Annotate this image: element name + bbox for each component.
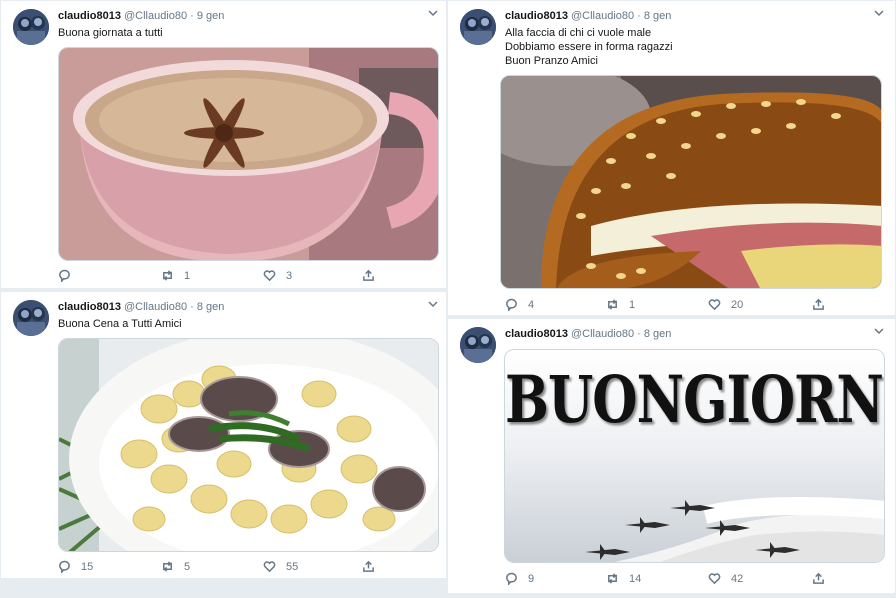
user-handle[interactable]: @Cllaudio80 [124, 10, 187, 22]
share-icon [363, 269, 374, 281]
tweet-header: claudio8013 @Cllaudio80 · 8 gen [505, 328, 671, 340]
tweet-actions: 4 1 20 [505, 298, 835, 314]
retweet-button[interactable]: 14 [606, 572, 641, 585]
tweet-card[interactable]: claudio8013 @Cllaudio80 · 8 gen Alla faccia… [447, 0, 896, 316]
user-handle[interactable]: @Cllaudio80 [571, 10, 634, 22]
heart-icon [263, 561, 276, 573]
tweet-text-line: Buona Cena a Tutti Amici [58, 318, 182, 330]
pasta-image [59, 339, 438, 551]
share-button[interactable] [362, 269, 375, 282]
like-count: 20 [731, 298, 744, 311]
retweet-count: 14 [629, 572, 642, 585]
reply-icon [506, 572, 517, 585]
reply-count: 9 [528, 572, 535, 585]
separator-dot: · [190, 10, 194, 22]
user-name[interactable]: claudio8013 [505, 10, 568, 22]
share-button[interactable] [812, 572, 825, 585]
share-button[interactable] [362, 560, 375, 573]
avatar[interactable] [13, 300, 49, 336]
separator-dot: · [637, 10, 641, 22]
share-icon [363, 560, 374, 572]
like-button[interactable]: 3 [263, 269, 292, 282]
share-button[interactable] [812, 298, 825, 311]
tweet-card[interactable]: claudio8013 @Cllaudio80 · 9 gen Buona giorn… [0, 0, 447, 289]
chevron-down-icon[interactable] [426, 299, 440, 311]
cappuccino-image [59, 48, 438, 260]
retweet-button[interactable]: 1 [161, 269, 190, 282]
tweet-header: claudio8013 @Cllaudio80 · 9 gen [58, 10, 224, 22]
user-name[interactable]: claudio8013 [58, 10, 121, 22]
avatar[interactable] [13, 9, 49, 45]
retweet-icon [163, 270, 172, 281]
separator-dot: · [637, 328, 641, 340]
tweet-media-image[interactable] [58, 338, 439, 552]
tweet-text: Buona giornata a tutti [58, 26, 163, 40]
retweet-count: 1 [184, 269, 191, 282]
tweet-text: Alla faccia di chi ci vuole male Dobbiam… [505, 26, 673, 68]
tweet-header: claudio8013 @Cllaudio80 · 8 gen [58, 301, 224, 313]
heart-icon [263, 270, 276, 282]
tweet-header: claudio8013 @Cllaudio80 · 8 gen [505, 10, 671, 22]
reply-count: 15 [81, 560, 94, 573]
tweet-card[interactable]: claudio8013 @Cllaudio80 · 8 gen Buona Cena … [0, 291, 447, 579]
reply-button[interactable]: 9 [505, 572, 534, 585]
tweet-media-image[interactable]: BUONGIORNO [504, 349, 885, 563]
retweet-icon [608, 573, 617, 584]
tweet-media-image[interactable] [500, 75, 882, 289]
share-icon [813, 572, 824, 584]
user-name[interactable]: claudio8013 [58, 301, 121, 313]
chevron-down-icon[interactable] [872, 326, 886, 338]
retweet-button[interactable]: 1 [606, 298, 635, 311]
user-handle[interactable]: @Cllaudio80 [571, 328, 634, 340]
reply-button[interactable]: 15 [58, 560, 93, 573]
retweet-count: 1 [629, 298, 636, 311]
buongiorno-banner-text: BUONGIORNO [505, 362, 885, 439]
reply-icon [59, 269, 70, 282]
like-count: 3 [286, 269, 293, 282]
reply-button[interactable]: 4 [505, 298, 534, 311]
tweet-actions: 15 5 55 [58, 560, 388, 576]
tweet-text-line: Buon Pranzo Amici [505, 55, 598, 67]
retweet-button[interactable]: 5 [161, 560, 190, 573]
tweet-date[interactable]: 8 gen [644, 328, 672, 340]
avatar[interactable] [460, 9, 496, 45]
reply-button[interactable] [58, 269, 81, 282]
chevron-down-icon[interactable] [872, 8, 886, 20]
like-button[interactable]: 20 [708, 298, 743, 311]
tweet-text-line: Alla faccia di chi ci vuole male [505, 27, 652, 39]
tweet-date[interactable]: 9 gen [197, 10, 225, 22]
reply-icon [506, 298, 517, 311]
reply-icon [59, 560, 70, 573]
retweet-count: 5 [184, 560, 191, 573]
like-count: 55 [286, 560, 299, 573]
retweet-icon [163, 561, 172, 572]
user-name[interactable]: claudio8013 [505, 328, 568, 340]
tweet-actions: 1 3 [58, 269, 388, 285]
sandwich-image [501, 76, 881, 288]
tweet-text: Buona Cena a Tutti Amici [58, 317, 182, 331]
chevron-down-icon[interactable] [426, 8, 440, 20]
tweet-date[interactable]: 8 gen [197, 301, 225, 313]
tweet-card[interactable]: claudio8013 @Cllaudio80 · 8 gen BUONGIOR… [447, 318, 896, 594]
retweet-icon [608, 299, 617, 310]
reply-count: 4 [528, 298, 535, 311]
separator-dot: · [190, 301, 194, 313]
like-count: 42 [731, 572, 744, 585]
like-button[interactable]: 42 [708, 572, 743, 585]
tweet-text-line: Buona giornata a tutti [58, 27, 163, 39]
avatar[interactable] [460, 327, 496, 363]
heart-icon [708, 299, 721, 311]
tweet-text-line: Dobbiamo essere in forma ragazzi [505, 41, 673, 53]
tweet-media-image[interactable] [58, 47, 439, 261]
tweet-date[interactable]: 8 gen [644, 10, 672, 22]
tweet-actions: 9 14 42 [505, 572, 835, 588]
like-button[interactable]: 55 [263, 560, 298, 573]
share-icon [813, 298, 824, 310]
heart-icon [708, 573, 721, 585]
user-handle[interactable]: @Cllaudio80 [124, 301, 187, 313]
